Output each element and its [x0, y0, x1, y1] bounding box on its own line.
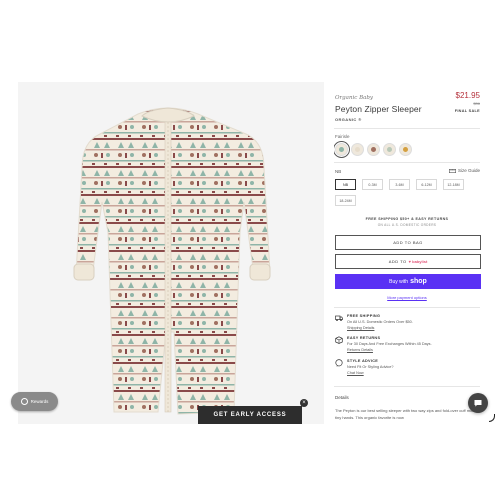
- babylist-logo: ♥ babylist: [408, 259, 428, 264]
- ruler-icon: [448, 168, 456, 173]
- size-label: NB: [335, 169, 342, 174]
- size-option[interactable]: 3-6M: [389, 179, 410, 190]
- shop-logo: shop: [410, 278, 427, 285]
- swatch-deer[interactable]: [367, 143, 380, 156]
- size-option[interactable]: 6-12M: [416, 179, 437, 190]
- details-heading[interactable]: Details: [335, 395, 349, 400]
- chat-now-link[interactable]: Chat Now: [347, 371, 364, 375]
- size-guide-link[interactable]: Size Guide: [448, 168, 480, 173]
- size-option[interactable]: 18-24M: [335, 195, 356, 206]
- brand-name: Organic Baby: [335, 95, 374, 101]
- divider: [334, 307, 480, 308]
- shipping-note-title: FREE SHIPPING $50+ & EASY RETURNS: [365, 217, 449, 221]
- product-title: Peyton Zipper Sleeper: [335, 104, 422, 114]
- cursor-tail: [489, 414, 495, 422]
- size-options: NB 0-3M 3-6M 6-12M 12-18M 18-24M: [335, 179, 480, 206]
- close-icon[interactable]: ×: [300, 399, 308, 407]
- perk-text: For 30 Days And Free Exchanges Within 45…: [347, 342, 432, 346]
- swatch-cream[interactable]: [351, 143, 364, 156]
- rewards-icon: [20, 398, 28, 405]
- add-to-bag-label: ADD TO BAG: [393, 240, 423, 245]
- shipping-details-link[interactable]: Shipping Details: [347, 326, 374, 330]
- sleeper-illustration: [73, 107, 271, 415]
- buy-with-label: Buy with: [389, 278, 409, 285]
- get-early-access-button[interactable]: GET EARLY ACCESS: [198, 406, 302, 424]
- perk-title: FREE SHIPPING: [347, 314, 381, 318]
- swatch-fairisle[interactable]: [335, 143, 348, 156]
- page-top-blank: [0, 0, 500, 82]
- add-to-babylist-label: ADD TO: [388, 259, 407, 264]
- shop-pay-button[interactable]: Buy with shop: [335, 274, 481, 289]
- perk-title: STYLE ADVICE: [347, 359, 379, 363]
- add-to-babylist-button[interactable]: ADD TO ♥ babylist: [335, 254, 481, 269]
- chat-button[interactable]: [468, 393, 488, 413]
- size-option[interactable]: 0-3M: [362, 179, 383, 190]
- chat-icon: [474, 400, 482, 407]
- swatch-snowflake[interactable]: [383, 143, 396, 156]
- size-guide-label: Size Guide: [457, 168, 480, 173]
- details-text: The Peyton is our best selling sleeper w…: [335, 408, 481, 420]
- divider: [334, 162, 480, 163]
- sale-price: $21.95: [455, 91, 480, 100]
- page-bottom-blank: [0, 424, 500, 500]
- more-payment-options-link[interactable]: More payment options: [334, 295, 480, 300]
- divider: [334, 128, 480, 129]
- product-image[interactable]: [18, 82, 324, 424]
- swatch-plaid[interactable]: [399, 143, 412, 156]
- size-option[interactable]: 12-18M: [443, 179, 464, 190]
- product-info-panel: Organic Baby Peyton Zipper Sleeper ORGAN…: [334, 82, 484, 424]
- perk-title: EASY RETURNS: [347, 336, 381, 340]
- truck-icon: [335, 315, 343, 321]
- chat-bubble-icon: [335, 359, 343, 367]
- size-option[interactable]: NB: [335, 179, 356, 190]
- perk-text: Need Fit Or Styling Advice?: [347, 365, 394, 369]
- pattern-label: Fairisle: [335, 134, 350, 139]
- final-sale-label: FINAL SALE: [454, 109, 480, 113]
- organic-badge: ORGANIC ®: [335, 117, 362, 122]
- box-icon: [335, 336, 343, 344]
- rewards-label: Rewards: [30, 399, 49, 404]
- shipping-note-subtitle: ON ALL U.S. DOMESTIC ORDERS: [377, 223, 437, 227]
- original-price: $36: [473, 101, 480, 106]
- divider: [334, 386, 480, 387]
- rewards-button[interactable]: Rewards: [11, 392, 58, 411]
- add-to-bag-button[interactable]: ADD TO BAG: [335, 235, 481, 250]
- pattern-swatches: [335, 143, 412, 156]
- returns-details-link[interactable]: Returns Details: [347, 348, 373, 352]
- perk-text: On All U.S. Domestic Orders Over $50.: [347, 320, 413, 324]
